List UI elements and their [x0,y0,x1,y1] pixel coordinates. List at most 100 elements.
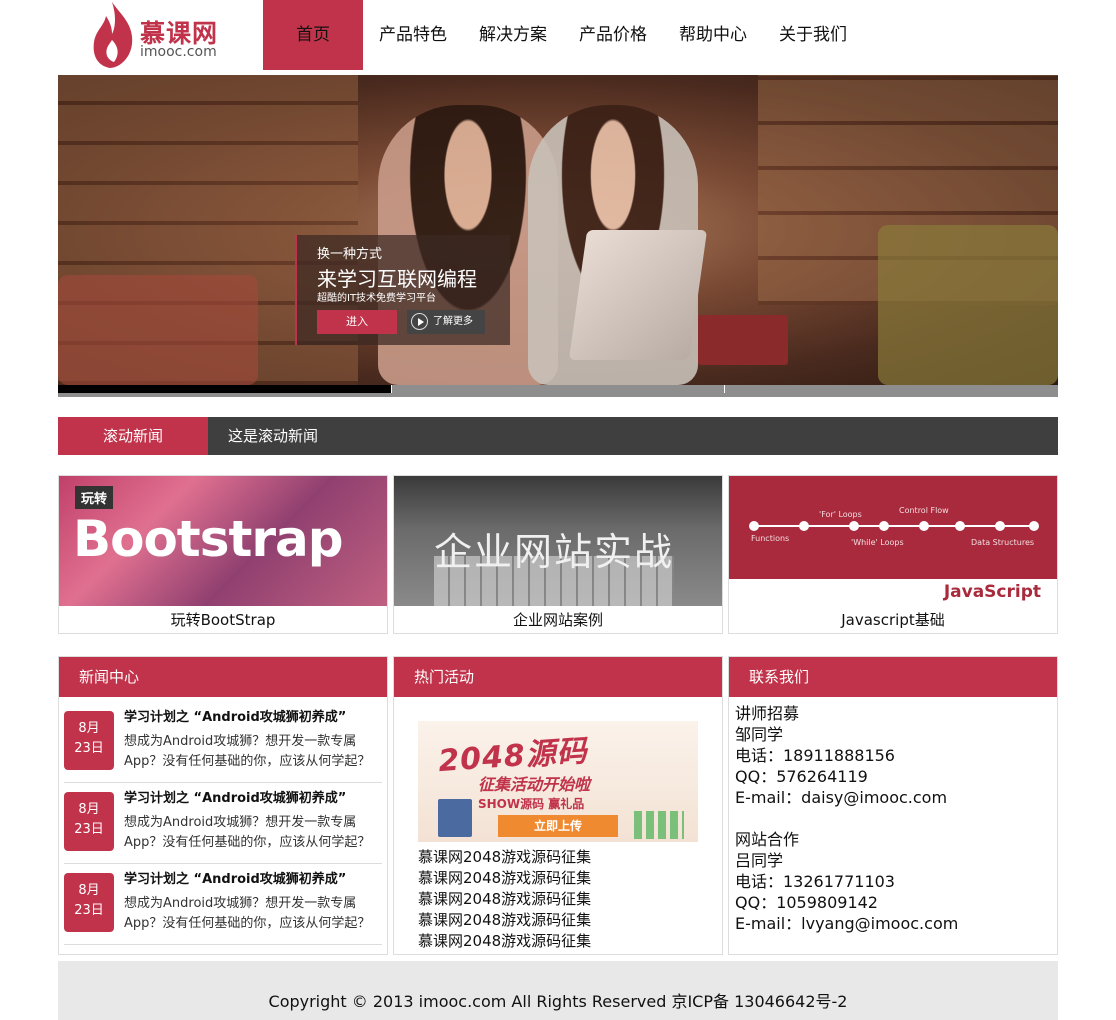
event-link[interactable]: 慕课网2048游戏源码征集 [418,847,591,868]
date-badge: 8月 23日 [64,873,114,932]
news-ticker-text[interactable]: 这是滚动新闻 [228,417,318,455]
course-card-bootstrap[interactable]: 玩转 Bootstrap 玩转BootStrap [58,475,388,634]
thumb-text: Bootstrap [73,510,344,568]
play-icon [411,313,428,330]
contact-heading: 网站合作 [735,830,800,849]
news-item-desc: 想成为Android攻城狮？想开发一款专属App？没有任何基础的你，应该从何学起… [124,734,371,769]
hero-description: 超酷的IT技术免费学习平台 [317,293,437,304]
carousel-progress-bar [58,385,1058,397]
timeline-node [849,521,859,531]
enter-button[interactable]: 进入 [317,310,397,334]
contact-heading: 讲师招募 [735,704,800,723]
nav-item-solutions[interactable]: 解决方案 [463,0,563,70]
hero-title: 来学习互联网编程 [317,267,477,291]
timeline-node [799,521,809,531]
promo-show: SHOW源码 赢礼品 [478,797,585,811]
hot-events-panel: 热门活动 2048源码 征集活动开始啦 SHOW源码 赢礼品 立即上传 慕课网2… [393,656,723,955]
date-month: 8月 [78,883,100,898]
news-item[interactable]: 8月 23日 学习计划之 “Android攻城狮初养成” 想成为Android攻… [64,702,382,783]
flame-logo-icon [93,2,133,68]
panel-title: 联系我们 [729,657,1057,697]
banner-laptop [568,230,708,360]
news-item-title[interactable]: 学习计划之 “Android攻城狮初养成” [124,706,346,725]
contact-qq: QQ：576264119 [735,767,868,786]
event-link[interactable]: 慕课网2048游戏源码征集 [418,910,591,931]
banner-bg-chair [58,275,258,385]
news-item[interactable]: 8月 23日 学习计划之 “Android攻城狮初养成” 想成为Android攻… [64,783,382,864]
course-title[interactable]: 企业网站案例 [394,606,722,634]
learn-more-label: 了解更多 [433,316,473,327]
thumb-label: Functions [751,534,790,543]
event-link[interactable]: 慕课网2048游戏源码征集 [418,868,591,889]
course-card-enterprise[interactable]: 企业网站实战 企业网站案例 [393,475,723,634]
news-ticker: 滚动新闻 这是滚动新闻 [58,417,1058,455]
banner-books [698,315,788,365]
course-thumbnail: Functions 'For' Loops 'While' Loops Cont… [729,476,1057,606]
nav-item-help[interactable]: 帮助中心 [663,0,763,70]
banner-bg-sofa [878,225,1058,385]
nav-item-about[interactable]: 关于我们 [763,0,863,70]
hero-caption: 换一种方式 来学习互联网编程 超酷的IT技术免费学习平台 进入 了解更多 [295,235,510,345]
contact-phone: 电话：18911888156 [735,746,895,765]
hero-subtitle: 换一种方式 [317,247,383,262]
date-month: 8月 [78,802,100,817]
contact-qq: QQ：1059809142 [735,893,878,912]
date-day: 23日 [74,903,104,918]
date-day: 23日 [74,741,104,756]
thumb-label: 'While' Loops [851,538,904,547]
site-logo[interactable]: 慕课网 imooc.com [90,0,240,70]
nav-item-pricing[interactable]: 产品价格 [563,0,663,70]
promo-subheadline: 征集活动开始啦 [478,775,591,794]
date-day: 23日 [74,822,104,837]
panel-title: 新闻中心 [59,657,387,697]
contact-phone: 电话：13261771103 [735,872,895,891]
contact-email[interactable]: E-mail：daisy@imooc.com [735,787,958,808]
course-thumbnail: 玩转 Bootstrap [59,476,387,606]
contact-info: 讲师招募 邹同学 电话：18911888156 QQ：576264119 E-m… [735,703,958,934]
timeline-node [955,521,965,531]
contact-name: 邹同学 [735,725,784,744]
copyright-text: Copyright © 2013 imooc.com All Rights Re… [268,992,848,1011]
carousel-progress-fill [58,385,391,393]
contact-spacer [735,808,958,829]
course-title[interactable]: 玩转BootStrap [59,606,387,634]
news-item-desc: 想成为Android攻城狮？想开发一款专属App？没有任何基础的你，应该从何学起… [124,815,371,850]
event-link[interactable]: 慕课网2048游戏源码征集 [418,889,591,910]
timeline-node [1029,521,1039,531]
thumb-text: JavaScript [943,582,1041,602]
learn-more-button[interactable]: 了解更多 [407,310,485,334]
course-card-javascript[interactable]: Functions 'For' Loops 'While' Loops Cont… [728,475,1058,634]
main-nav: 首页 产品特色 解决方案 产品价格 帮助中心 关于我们 [263,0,863,70]
logo-text-en: imooc.com [140,44,217,60]
contact-name: 吕同学 [735,851,784,870]
hero-carousel[interactable]: 换一种方式 来学习互联网编程 超酷的IT技术免费学习平台 进入 了解更多 [58,75,1058,385]
spreadsheet-icon [438,799,472,837]
contact-email[interactable]: E-mail：lvyang@imooc.com [735,913,958,934]
course-title[interactable]: Javascript基础 [729,606,1057,634]
promo-banner[interactable]: 2048源码 征集活动开始啦 SHOW源码 赢礼品 立即上传 [418,721,698,842]
news-item-title[interactable]: 学习计划之 “Android攻城狮初养成” [124,787,346,806]
news-center-panel: 新闻中心 8月 23日 学习计划之 “Android攻城狮初养成” 想成为And… [58,656,388,955]
bar-graphic-icon [634,811,684,839]
thumb-label: 'For' Loops [819,510,862,519]
thumb-tag: 玩转 [75,486,114,509]
site-header: 慕课网 imooc.com 首页 产品特色 解决方案 产品价格 帮助中心 关于我… [0,0,1116,72]
thumb-label: Data Structures [971,538,1035,547]
news-item-title[interactable]: 学习计划之 “Android攻城狮初养成” [124,868,346,887]
progress-divider [724,385,725,393]
timeline-node [879,521,889,531]
news-item[interactable]: 8月 23日 学习计划之 “Android攻城狮初养成” 想成为Android攻… [64,864,382,945]
date-badge: 8月 23日 [64,711,114,770]
site-footer: Copyright © 2013 imooc.com All Rights Re… [58,961,1058,1020]
nav-item-home[interactable]: 首页 [263,0,363,70]
thumb-label: Control Flow [899,506,949,515]
timeline-node [995,521,1005,531]
thumb-text: 企业网站实战 [434,530,675,574]
timeline-node [749,521,759,531]
news-ticker-label: 滚动新闻 [58,417,208,455]
nav-item-features[interactable]: 产品特色 [363,0,463,70]
event-link[interactable]: 慕课网2048游戏源码征集 [418,931,591,952]
course-thumbnail: 企业网站实战 [394,476,722,606]
progress-divider [391,385,392,393]
upload-button[interactable]: 立即上传 [498,815,618,837]
